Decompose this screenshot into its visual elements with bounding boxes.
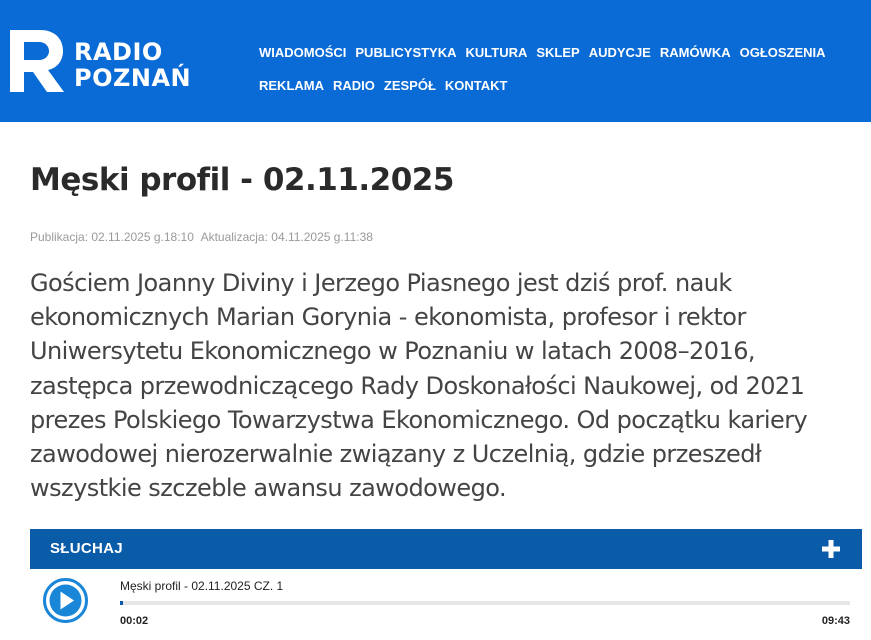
article-title: Męski profil - 02.11.2025 [30,162,454,198]
track-title: Męski profil - 02.11.2025 CZ. 1 [120,579,284,593]
play-icon[interactable] [43,578,88,623]
publication-date: Publikacja: 02.11.2025 g.18:10 [30,230,194,244]
nav-item-ogloszenia[interactable]: OGŁOSZENIA [740,45,826,60]
listen-section-header[interactable]: SŁUCHAJ [30,529,862,569]
nav-item-kontakt[interactable]: KONTAKT [445,78,508,93]
logo-wordmark: RADIO POZNAŃ [74,39,191,91]
site-header: RADIO POZNAŃ WIADOMOŚCI PUBLICYSTYKA KUL… [0,0,871,122]
article-lead: Gościem Joanny Diviny i Jerzego Piasnego… [30,269,808,503]
nav-item-kultura[interactable]: KULTURA [466,45,528,60]
logo-line-2: POZNAŃ [74,64,192,92]
main-navigation: WIADOMOŚCI PUBLICYSTYKA KULTURA SKLEP AU… [254,36,854,102]
total-time: 09:43 [821,615,850,627]
nav-row-2: REKLAMA RADIO ZESPÓŁ KONTAKT [254,69,854,102]
site-logo[interactable]: RADIO POZNAŃ [10,30,220,94]
article-meta: Publikacja: 02.11.2025 g.18:10 Aktualiza… [30,230,377,244]
nav-item-publicystyka[interactable]: PUBLICYSTYKA [355,45,456,60]
progress-bar[interactable] [120,601,850,605]
nav-row-1: WIADOMOŚCI PUBLICYSTYKA KULTURA SKLEP AU… [254,36,854,69]
nav-item-audycje[interactable]: AUDYCJE [589,45,651,60]
audio-player: Męski profil - 02.11.2025 CZ. 1 00:02 09… [30,569,862,640]
plus-icon[interactable] [822,540,840,558]
nav-item-sklep[interactable]: SKLEP [536,45,579,60]
update-date: Aktualizacja: 04.11.2025 g.11:38 [200,230,373,244]
nav-item-zespol[interactable]: ZESPÓŁ [384,78,436,93]
nav-item-reklama[interactable]: REKLAMA [259,78,324,93]
nav-item-radio[interactable]: RADIO [333,78,375,93]
logo-line-1: RADIO [74,38,163,66]
current-time: 00:02 [120,615,149,627]
nav-item-ramowka[interactable]: RAMÓWKA [660,45,731,60]
progress-fill [120,601,123,605]
radio-poznan-r-logo-icon [10,30,64,92]
listen-label: SŁUCHAJ [50,540,123,557]
nav-item-wiadomosci[interactable]: WIADOMOŚCI [259,45,346,60]
